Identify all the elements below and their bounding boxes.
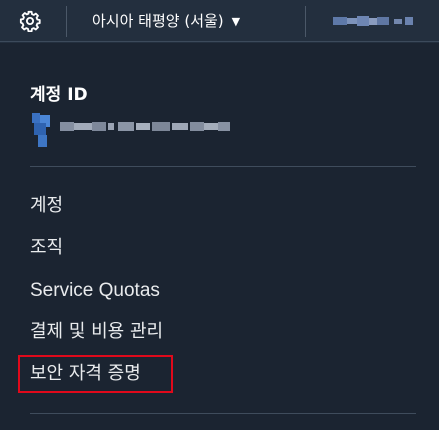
caret-down-icon: ▼ <box>231 15 241 28</box>
menu-item-billing[interactable]: 결제 및 비용 관리 <box>30 320 163 344</box>
menu-item-organization[interactable]: 조직 <box>30 236 63 260</box>
region-selector[interactable]: 아시아 태평양 (서울) ▼ <box>92 11 240 31</box>
account-id-value <box>32 113 230 147</box>
region-label: 아시아 태평양 (서울) <box>92 12 224 30</box>
nav-divider <box>305 6 306 37</box>
account-menu-button[interactable] <box>333 15 415 27</box>
menu-item-service-quotas[interactable]: Service Quotas <box>30 279 160 303</box>
section-divider <box>30 166 416 167</box>
highlight-annotation <box>18 355 173 393</box>
account-id-heading: 계정 ID <box>30 85 88 105</box>
top-navigation-bar: 아시아 태평양 (서울) ▼ <box>0 0 439 42</box>
nav-divider <box>66 6 67 37</box>
menu-item-account[interactable]: 계정 <box>30 194 63 218</box>
gear-icon[interactable] <box>19 10 41 33</box>
section-divider <box>30 413 416 414</box>
